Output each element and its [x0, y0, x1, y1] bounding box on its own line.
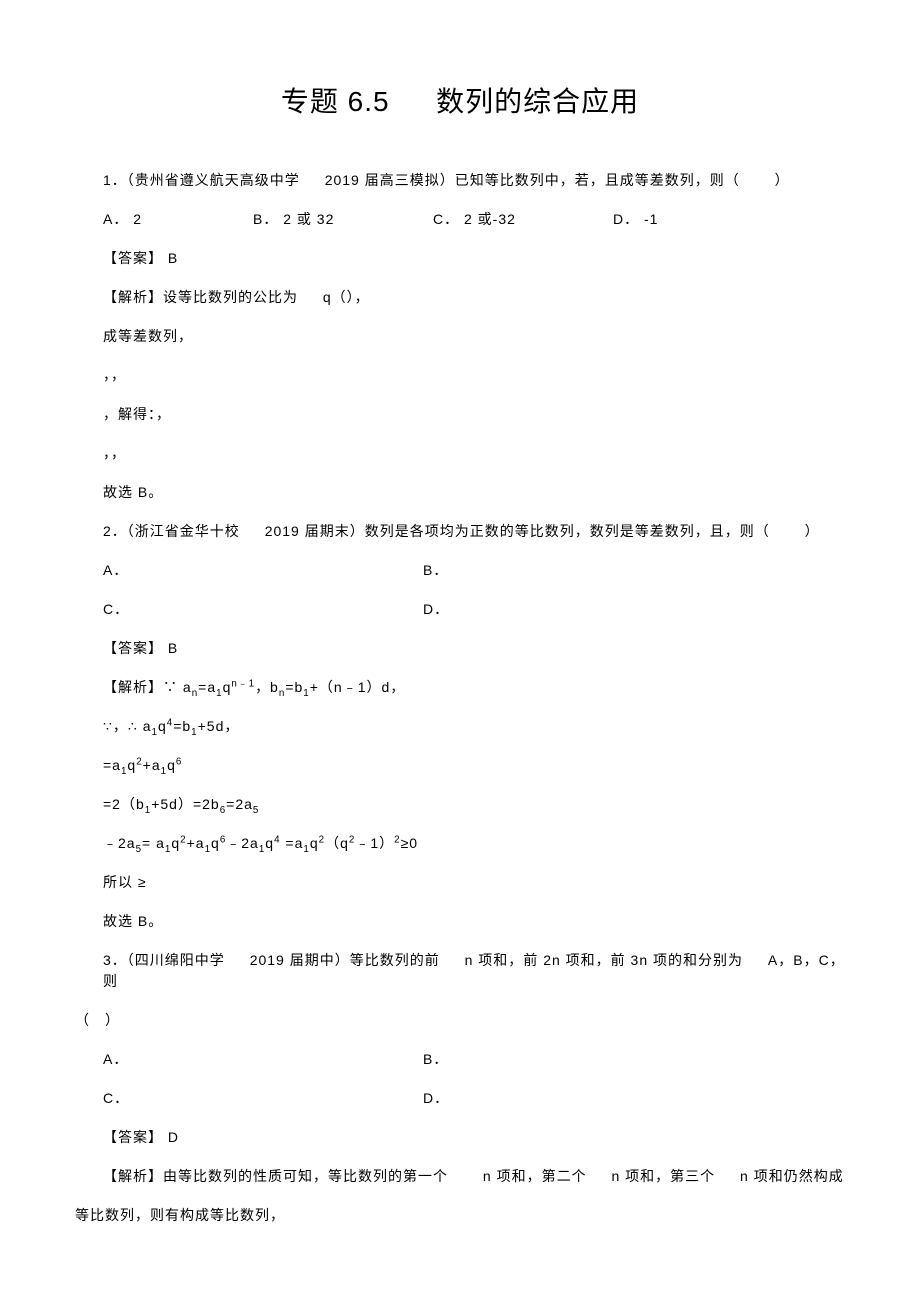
q2-sol-2: ∵，∴ a1q4=b1+5d，: [75, 716, 845, 737]
q3-choice-d: D．: [423, 1088, 845, 1109]
q2-choice-d: D．: [423, 599, 845, 620]
q1-prompt-part-b: 2019 届高三模拟）已知等比数列中，若，且成等差数列，则（: [325, 172, 740, 188]
q2-prompt: 2．（浙江省金华十校 2019 届期末）数列是各项均为正数的等比数列，数列是等差…: [75, 521, 845, 542]
q1-answer: 【答案】 B: [75, 248, 845, 269]
q3-choice-b: B．: [423, 1049, 845, 1070]
q2-answer: 【答案】 B: [75, 638, 845, 659]
q3-sol-d: n 项和仍然构成: [740, 1168, 844, 1184]
q2-sol-5: ﹣2a5= a1q2+a1q6﹣2a1q4 =a1q2（q2﹣1）2≥0: [75, 833, 845, 854]
q1-prompt-part-a: 1．（贵州省遵义航天高级中学: [103, 172, 300, 188]
q2-prompt-c: ）: [805, 523, 820, 539]
q2-choices-row2: C． D．: [75, 599, 845, 620]
q3-answer: 【答案】 D: [75, 1127, 845, 1148]
q3-prompt: 3．（四川绵阳中学 2019 届期中）等比数列的前 n 项和，前 2n 项和，前…: [75, 950, 845, 992]
document-page: 专题 6.5 数列的综合应用 1．（贵州省遵义航天高级中学 2019 届高三模拟…: [0, 0, 920, 1304]
q2-sol-3: =a1q2+a1q6: [75, 755, 845, 776]
q1-choice-c: C． 2 或-32: [433, 209, 613, 230]
q1-sol-l2: ，，: [75, 365, 845, 386]
q3-prompt-c: n 项和，前 2n 项和，前 3n 项的和分别为: [465, 952, 743, 968]
q2-sol1-text: 【解析】∵ an=a1qn﹣1，bn=b1+（n﹣1）d，: [103, 679, 405, 695]
q1-choices: A． 2 B． 2 或 32 C． 2 或-32 D． -1: [75, 209, 845, 230]
q2-prompt-a: 2．（浙江省金华十校: [103, 523, 240, 539]
q1-sol-l3: ，解得：，: [75, 404, 845, 425]
q1-choice-a: A． 2: [103, 209, 253, 230]
q2-sol-6: 所以 ≥: [75, 872, 845, 893]
q2-sol5-text: ﹣2a5= a1q2+a1q6﹣2a1q4 =a1q2（q2﹣1）2≥0: [103, 835, 418, 851]
q1-sol-b: q（），: [323, 289, 370, 305]
q1-sol-a: 【解析】设等比数列的公比为: [103, 289, 298, 305]
q1-choice-b: B． 2 或 32: [253, 209, 433, 230]
q2-sol-4: =2（b1+5d）=2b6=2a5: [75, 794, 845, 815]
q1-prompt: 1．（贵州省遵义航天高级中学 2019 届高三模拟）已知等比数列中，若，且成等差…: [75, 170, 845, 191]
q3-sol-b: n 项和，第二个: [483, 1168, 587, 1184]
q1-sol-l1: 成等差数列，: [75, 326, 845, 347]
q1-prompt-part-c: ）: [775, 172, 790, 188]
q3-choice-a: A．: [103, 1049, 423, 1070]
q3-paren: （ ）: [75, 1010, 845, 1031]
q2-sol2-text: ∵，∴ a1q4=b1+5d，: [103, 718, 239, 734]
q3-prompt-a: 3．（四川绵阳中学: [103, 952, 225, 968]
q2-sol-1: 【解析】∵ an=a1qn﹣1，bn=b1+（n﹣1）d，: [75, 677, 845, 698]
q2-choice-c: C．: [103, 599, 423, 620]
q3-choice-c: C．: [103, 1088, 423, 1109]
q2-choice-a: A．: [103, 560, 423, 581]
q2-sol3-text: =a1q2+a1q6: [103, 757, 182, 773]
q3-choices-row2: C． D．: [75, 1088, 845, 1109]
q3-sol-c: n 项和，第三个: [611, 1168, 715, 1184]
q3-sol-line2: 等比数列，则有构成等比数列，: [75, 1205, 845, 1226]
q3-sol-a: 【解析】由等比数列的性质可知，等比数列的第一个: [103, 1168, 448, 1184]
q1-sol-l5: 故选 B。: [75, 482, 845, 503]
q2-prompt-b: 2019 届期末）数列是各项均为正数的等比数列，数列是等差数列，且，则（: [265, 523, 770, 539]
q3-sol-line1: 【解析】由等比数列的性质可知，等比数列的第一个 n 项和，第二个 n 项和，第三…: [75, 1166, 845, 1187]
q2-sol-7: 故选 B。: [75, 911, 845, 932]
q2-sol4-text: =2（b1+5d）=2b6=2a5: [103, 796, 259, 812]
q1-solution-line: 【解析】设等比数列的公比为 q（），: [75, 287, 845, 308]
q1-choice-d: D． -1: [613, 209, 753, 230]
q3-choices-row1: A． B．: [75, 1049, 845, 1070]
q2-choices-row1: A． B．: [75, 560, 845, 581]
page-title: 专题 6.5 数列的综合应用: [75, 80, 845, 120]
q1-sol-l4: ，，: [75, 443, 845, 464]
q3-prompt-b: 2019 届期中）等比数列的前: [250, 952, 440, 968]
q2-choice-b: B．: [423, 560, 845, 581]
